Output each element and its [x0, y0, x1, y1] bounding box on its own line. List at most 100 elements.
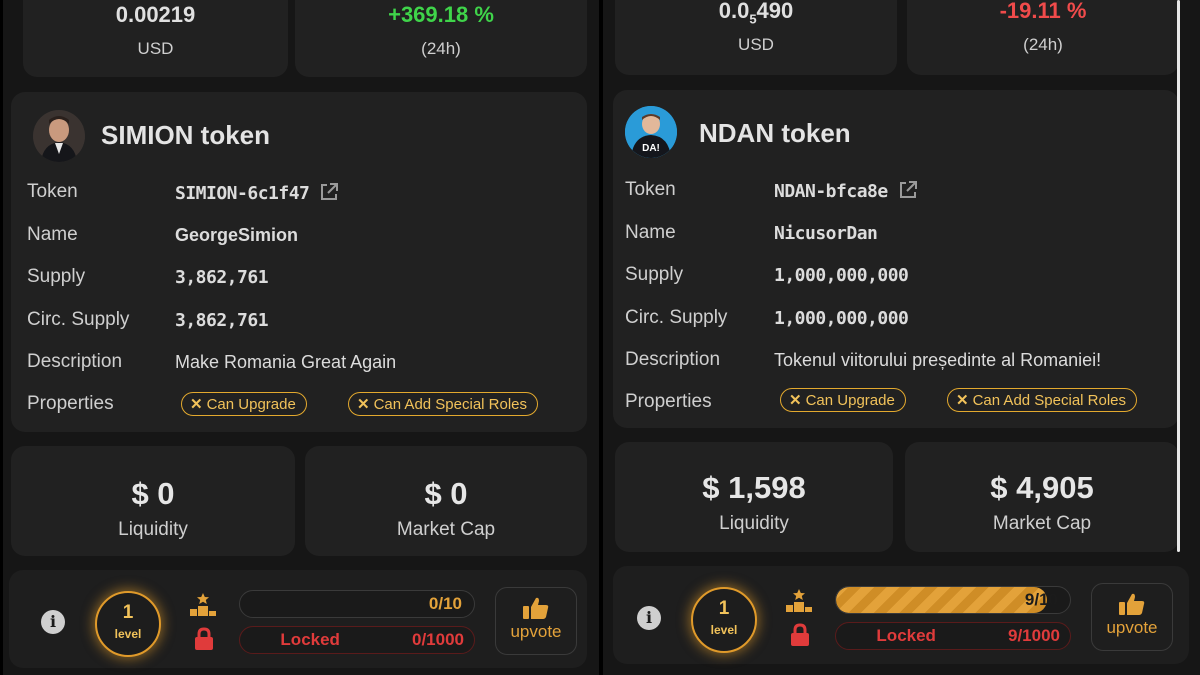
description-value: Make Romania Great Again	[175, 352, 397, 372]
upvote-label[interactable]: upvote	[496, 622, 576, 642]
supply-label: Supply	[27, 266, 86, 287]
circ-supply-value: 1,000,000,000	[774, 308, 909, 329]
supply-value: 3,862,761	[175, 267, 269, 288]
token-avatar: DA!	[625, 106, 677, 158]
level-progress-text: 9/10	[1024, 590, 1058, 609]
level-number: 1	[122, 602, 134, 623]
badge-can-upgrade: ✕ Can Upgrade	[181, 392, 307, 416]
badge-can-upgrade: ✕ Can Upgrade	[780, 388, 906, 412]
price-change-value: +369.18 %	[388, 2, 494, 27]
price-change-value: -19.11 %	[999, 0, 1087, 23]
level-progress-bar: 9/10	[835, 586, 1071, 614]
level-footer: i 1 level 0/10 Locked 0/1000 upvote	[9, 570, 587, 668]
liquidity-card: $ 1,598 Liquidity	[615, 442, 893, 552]
change-card: -19.11 % (24h)	[907, 0, 1179, 75]
person-avatar-icon	[33, 110, 85, 162]
close-icon: ✕	[357, 396, 370, 413]
info-icon[interactable]: i	[41, 610, 65, 634]
token-info-card: DA! NDAN token Token NDAN-bfca8e Name Ni…	[613, 90, 1179, 428]
liquidity-value: $ 1,598	[702, 470, 806, 505]
token-id-value[interactable]: SIMION-6c1f47	[175, 183, 310, 204]
supply-label: Supply	[625, 264, 684, 285]
token-label: Token	[625, 179, 676, 200]
external-link-icon[interactable]	[898, 180, 918, 200]
token-id-link[interactable]: SIMION-6c1f47	[175, 182, 339, 204]
level-progress-bar: 0/10	[239, 590, 475, 618]
token-id-link[interactable]: NDAN-bfca8e	[774, 180, 918, 202]
external-link-icon[interactable]	[319, 182, 339, 202]
description-label: Description	[625, 349, 721, 370]
badge-can-add-special-roles: ✕ Can Add Special Roles	[348, 392, 539, 416]
liquidity-value: $ 0	[131, 476, 175, 511]
token-title: SIMION token	[101, 120, 271, 150]
name-value: NicusorDan	[774, 223, 878, 244]
podium-icon	[190, 593, 216, 616]
token-info-card: SIMION token Token SIMION-6c1f47 Name Ge…	[11, 92, 587, 432]
level-number: 1	[718, 598, 730, 619]
token-panel-ndan: 0.05490 USD -19.11 % (24h) DA! NDAN toke…	[603, 0, 1200, 675]
locked-count: 0/1000	[412, 630, 464, 649]
badge-can-add-special-roles: ✕ Can Add Special Roles	[947, 388, 1138, 412]
level-word: level	[114, 627, 142, 641]
upvote-label[interactable]: upvote	[1092, 618, 1172, 638]
token-title: NDAN token	[699, 118, 851, 148]
token-panel-simion: 0.00219 USD +369.18 % (24h) SIMION token…	[3, 0, 599, 675]
close-icon: ✕	[789, 392, 802, 409]
price-value: 0.00219	[115, 2, 196, 27]
circ-supply-value: 3,862,761	[175, 310, 269, 331]
token-label: Token	[27, 181, 78, 202]
market-cap-label: Market Cap	[396, 519, 496, 540]
price-unit: USD	[738, 35, 774, 54]
locked-label: Locked	[280, 630, 340, 649]
level-word: level	[710, 623, 738, 637]
market-cap-card: $ 0 Market Cap	[305, 446, 587, 556]
close-icon: ✕	[956, 392, 969, 409]
price-card: 0.00219 USD	[23, 0, 288, 77]
price-change-period: (24h)	[1023, 35, 1063, 54]
market-cap-label: Market Cap	[992, 513, 1092, 534]
info-icon[interactable]: i	[637, 606, 661, 630]
lock-icon	[195, 627, 213, 650]
scrollbar[interactable]	[1177, 0, 1180, 552]
level-badge: 1 level	[95, 591, 161, 657]
name-label: Name	[625, 222, 676, 243]
upvote-button[interactable]: upvote	[1091, 583, 1173, 651]
price-value: 0.05490	[718, 0, 794, 27]
description-label: Description	[27, 351, 123, 372]
thumbs-up-icon[interactable]	[522, 596, 550, 620]
properties-label: Properties	[27, 393, 114, 414]
podium-icon	[786, 589, 812, 612]
level-badge: 1 level	[691, 587, 757, 653]
token-avatar	[33, 110, 85, 162]
close-icon: ✕	[190, 396, 203, 413]
locked-label: Locked	[876, 626, 936, 645]
price-unit: USD	[137, 39, 174, 58]
market-cap-value: $ 4,905	[990, 470, 1094, 505]
lock-icon	[791, 623, 809, 646]
locked-count: 9/1000	[1008, 626, 1060, 645]
locked-bar: Locked 0/1000	[239, 626, 475, 654]
avatar-shirt-text: DA!	[642, 143, 660, 154]
liquidity-label: Liquidity	[118, 519, 188, 540]
description-value: Tokenul viitorului președinte al Romanie…	[774, 350, 1102, 370]
level-footer: i 1 level 9/10 Locked 9/1000 upvote	[613, 566, 1189, 664]
token-id-value[interactable]: NDAN-bfca8e	[774, 181, 888, 202]
circ-supply-label: Circ. Supply	[625, 307, 728, 328]
liquidity-card: $ 0 Liquidity	[11, 446, 295, 556]
supply-value: 1,000,000,000	[774, 265, 909, 286]
circ-supply-label: Circ. Supply	[27, 309, 130, 330]
level-progress-fill	[836, 587, 1047, 613]
locked-bar: Locked 9/1000	[835, 622, 1071, 650]
person-avatar-icon: DA!	[625, 106, 677, 158]
upvote-button[interactable]: upvote	[495, 587, 577, 655]
name-label: Name	[27, 224, 78, 245]
price-change-period: (24h)	[421, 39, 461, 58]
liquidity-label: Liquidity	[719, 513, 789, 534]
thumbs-up-icon[interactable]	[1118, 592, 1146, 616]
price-card: 0.05490 USD	[615, 0, 897, 75]
level-progress-text: 0/10	[428, 594, 462, 613]
change-card: +369.18 % (24h)	[295, 0, 587, 77]
market-cap-card: $ 4,905 Market Cap	[905, 442, 1179, 552]
name-value: GeorgeSimion	[175, 225, 299, 245]
market-cap-value: $ 0	[424, 476, 468, 511]
